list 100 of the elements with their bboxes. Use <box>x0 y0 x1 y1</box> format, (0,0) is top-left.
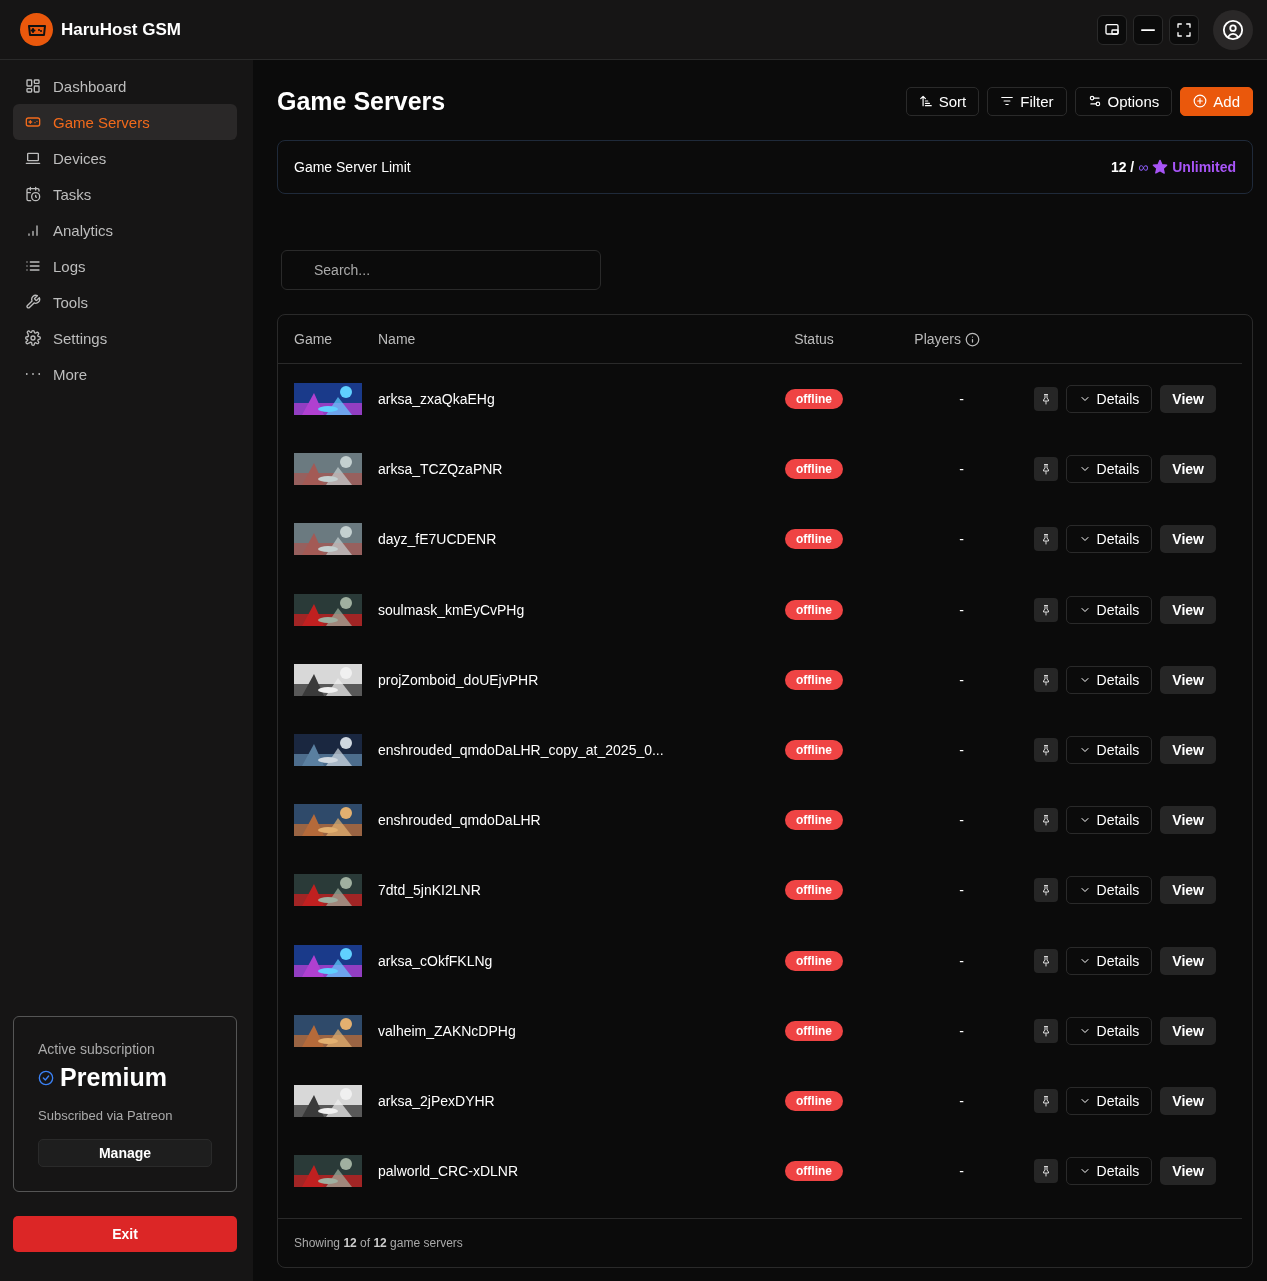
plan-name: Premium <box>60 1063 167 1092</box>
pin-button[interactable] <box>1033 527 1058 552</box>
pin-button[interactable] <box>1033 457 1058 482</box>
column-header: Game <box>294 331 334 347</box>
player-count: - <box>959 601 965 618</box>
details-button[interactable]: Details <box>1065 1086 1153 1115</box>
pin-button[interactable] <box>1033 1088 1058 1113</box>
user-avatar[interactable] <box>1213 9 1253 50</box>
sidebar-item[interactable]: Logs <box>13 248 237 284</box>
player-count: - <box>959 1022 965 1039</box>
player-count: - <box>959 1163 965 1180</box>
view-button[interactable]: View <box>1160 455 1216 484</box>
details-button[interactable]: Details <box>1065 385 1153 414</box>
star-icon <box>1152 159 1169 175</box>
player-count: - <box>959 952 965 969</box>
calendar-clock-icon <box>25 186 41 202</box>
add-button[interactable]: Add <box>1180 86 1253 116</box>
sort-button[interactable]: Sort <box>905 86 980 116</box>
view-button[interactable]: View <box>1160 595 1216 624</box>
sidebar-item[interactable]: Tasks <box>13 176 237 212</box>
user-circle-icon <box>1222 18 1244 41</box>
view-button[interactable]: View <box>1160 385 1216 414</box>
pin-button[interactable] <box>1033 948 1058 973</box>
filter-button[interactable]: Filter <box>987 86 1067 116</box>
exit-button[interactable]: Exit <box>13 1216 237 1252</box>
status-badge: offline <box>785 740 843 761</box>
window-button[interactable] <box>1097 14 1127 45</box>
sidebar-item[interactable]: Settings <box>13 320 237 356</box>
view-button[interactable]: View <box>1160 665 1216 694</box>
server-name: arksa_2jPexDYHR <box>378 1092 495 1109</box>
player-count: - <box>959 812 965 829</box>
pin-button[interactable] <box>1033 808 1058 833</box>
details-button[interactable]: Details <box>1065 946 1153 975</box>
page-title: Game Servers <box>277 86 447 116</box>
column-header: Players <box>914 331 980 347</box>
pin-button[interactable] <box>1033 667 1058 692</box>
view-button[interactable]: View <box>1160 876 1216 905</box>
limit-max: ∞ <box>1138 159 1149 175</box>
pin-button[interactable] <box>1033 1018 1058 1043</box>
options-button[interactable]: Options <box>1074 86 1173 116</box>
sidebar-item[interactable]: Dashboard <box>13 68 237 104</box>
view-button[interactable]: View <box>1160 1157 1216 1186</box>
check-circle-icon <box>38 1069 54 1086</box>
server-name: 7dtd_5jnKI2LNR <box>378 882 481 899</box>
column-header: Name <box>378 331 417 347</box>
subscription-caption: Active subscription <box>38 1041 156 1057</box>
player-count: - <box>959 531 965 548</box>
sidebar-item[interactable]: Tools <box>13 284 237 320</box>
status-badge: offline <box>785 1090 843 1111</box>
view-button[interactable]: View <box>1160 1016 1216 1045</box>
sidebar-item[interactable]: Analytics <box>13 212 237 248</box>
wrench-icon <box>25 294 41 310</box>
sliders-icon <box>1087 94 1102 108</box>
sidebar-item[interactable]: Devices <box>13 140 237 176</box>
server-name: valheim_ZAKNcDPHg <box>378 1022 516 1039</box>
status-badge: offline <box>785 669 843 690</box>
app-logo <box>20 13 53 46</box>
view-button[interactable]: View <box>1160 1086 1216 1115</box>
view-button[interactable]: View <box>1160 525 1216 554</box>
details-button[interactable]: Details <box>1065 1016 1153 1045</box>
details-button[interactable]: Details <box>1065 595 1153 624</box>
player-count: - <box>959 461 965 478</box>
sidebar-item[interactable]: Game Servers <box>13 104 237 140</box>
minimize-button[interactable] <box>1133 14 1163 45</box>
pin-button[interactable] <box>1033 1159 1058 1184</box>
view-button[interactable]: View <box>1160 946 1216 975</box>
server-name: dayz_fE7UCDENR <box>378 531 497 548</box>
player-count: - <box>959 882 965 899</box>
expand-icon <box>1176 21 1192 38</box>
settings-icon <box>25 330 41 346</box>
server-name: arksa_TCZQzaPNR <box>378 461 503 478</box>
plus-circle-icon <box>1193 94 1208 108</box>
server-name: arksa_cOkfFKLNg <box>378 952 493 969</box>
pin-button[interactable] <box>1033 738 1058 763</box>
sidebar-item[interactable]: More <box>13 356 237 392</box>
pin-button[interactable] <box>1033 597 1058 622</box>
server-name: soulmask_kmEyCvPHg <box>378 601 525 618</box>
player-count: - <box>959 742 965 759</box>
search-field[interactable]: Search... <box>281 250 601 290</box>
filter-icon <box>1000 94 1015 108</box>
column-header: Status <box>794 331 834 347</box>
view-button[interactable]: View <box>1160 806 1216 835</box>
details-button[interactable]: Details <box>1065 525 1153 554</box>
view-button[interactable]: View <box>1160 736 1216 765</box>
details-button[interactable]: Details <box>1065 455 1153 484</box>
details-button[interactable]: Details <box>1065 736 1153 765</box>
details-button[interactable]: Details <box>1065 876 1153 905</box>
pin-button[interactable] <box>1033 387 1058 412</box>
manage-button[interactable]: Manage <box>38 1139 212 1167</box>
gamepad-icon <box>25 114 41 130</box>
bar-chart-icon <box>25 222 41 238</box>
details-button[interactable]: Details <box>1065 1157 1153 1186</box>
status-badge: offline <box>785 389 843 410</box>
details-button[interactable]: Details <box>1065 665 1153 694</box>
pin-button[interactable] <box>1033 878 1058 903</box>
details-button[interactable]: Details <box>1065 806 1153 835</box>
server-name: palworld_CRC-xDLNR <box>378 1163 519 1180</box>
player-count: - <box>959 1092 965 1109</box>
sort-icon <box>918 94 933 108</box>
fullscreen-button[interactable] <box>1169 14 1199 45</box>
